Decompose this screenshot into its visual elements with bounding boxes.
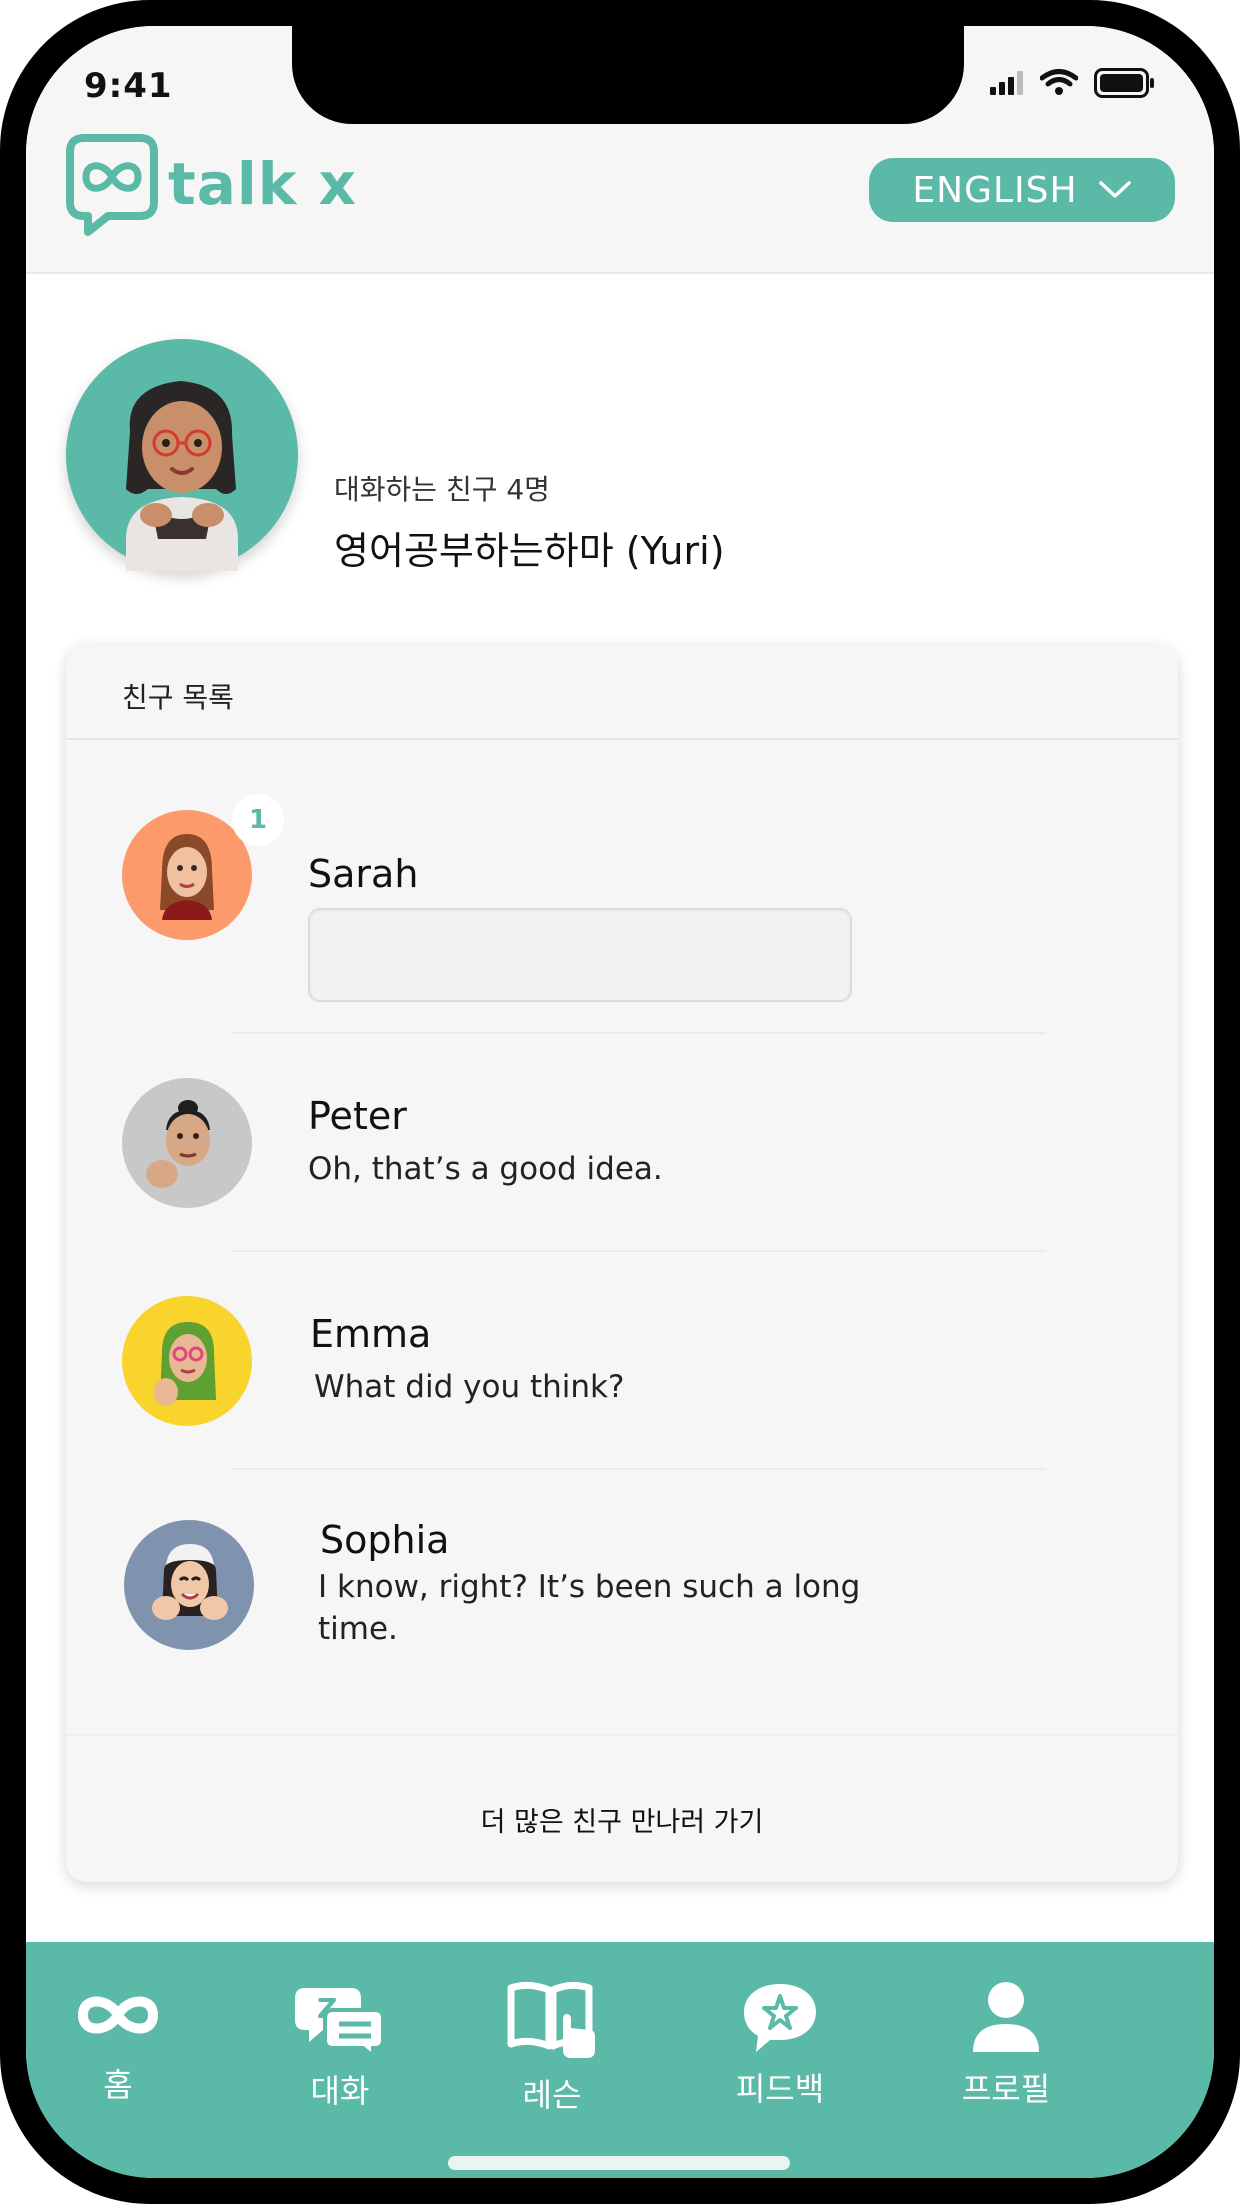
row-divider <box>232 1032 1046 1034</box>
infinity-icon <box>77 1996 159 2034</box>
friend-avatar-emma <box>122 1296 252 1426</box>
app-name: talk x <box>168 150 357 218</box>
tab-profile[interactable]: 프로필 <box>916 1980 1096 2110</box>
friends-card-header: 친구 목록 <box>66 644 1178 740</box>
profile-name: 영어공부하는하마 (Yuri) <box>334 529 725 573</box>
meet-more-friends-link[interactable]: 더 많은 친구 만나러 가기 <box>66 1800 1178 1839</box>
status-time: 9:41 <box>84 66 173 106</box>
friend-name-sophia: Sophia <box>320 1518 450 1562</box>
memoji-sarah-icon <box>160 834 214 920</box>
tab-feedback-label: 피드백 <box>735 2070 825 2108</box>
row-divider <box>232 1250 1046 1252</box>
language-select-button[interactable]: ENGLISH <box>869 158 1175 222</box>
book-icon <box>507 1981 595 2058</box>
status-icons <box>990 68 1156 98</box>
friend-avatar-sophia <box>124 1520 254 1650</box>
home-indicator <box>448 2156 790 2170</box>
chat-icon: Z <box>295 1988 385 2056</box>
friend-name-sarah: Sarah <box>308 852 419 896</box>
chevron-down-icon <box>1098 181 1131 198</box>
tab-profile-label: 프로필 <box>961 2070 1051 2108</box>
friend-name-emma: Emma <box>310 1312 432 1356</box>
typing-message-placeholder <box>308 908 852 1002</box>
phone-frame: 9:41 talk x ENGLISH 대화하는 친구 4명 영어공부하는하마 … <box>0 0 1240 2204</box>
friend-count-label: 대화하는 친구 4명 <box>334 473 550 506</box>
memoji-avatar-icon <box>126 381 238 571</box>
memoji-peter-icon <box>146 1100 210 1188</box>
battery-icon <box>1094 68 1154 98</box>
unread-badge: 1 <box>232 794 284 846</box>
friend-avatar-sarah <box>122 810 252 940</box>
friends-card: 친구 목록 1 Sarah Peter Oh, that’s a good id… <box>66 644 1178 1882</box>
memoji-sophia-icon <box>152 1544 228 1620</box>
tab-home-label: 홈 <box>103 2066 133 2104</box>
memoji-emma-icon <box>154 1322 216 1406</box>
row-divider <box>232 1468 1046 1470</box>
tab-home[interactable]: 홈 <box>28 1980 208 2106</box>
profile-avatar[interactable] <box>66 339 298 571</box>
person-icon <box>973 1982 1039 2052</box>
star-bubble-icon <box>744 1984 816 2052</box>
tab-feedback[interactable]: 피드백 <box>690 1980 870 2110</box>
bottom-tab-bar: 홈 Z 대화 레슨 피드백 프로필 <box>26 1942 1214 2178</box>
wifi-icon <box>1040 69 1078 95</box>
friend-message-emma: What did you think? <box>314 1369 625 1405</box>
tab-chat[interactable]: Z 대화 <box>250 1980 430 2112</box>
tab-lesson-label: 레슨 <box>522 2076 582 2114</box>
language-label: ENGLISH <box>912 169 1078 211</box>
friend-name-peter: Peter <box>308 1094 407 1138</box>
friend-message-sophia: I know, right? It’s been such a long tim… <box>318 1569 861 1647</box>
tab-lesson[interactable]: 레슨 <box>462 1980 642 2116</box>
friend-message-peter: Oh, that’s a good idea. <box>308 1151 663 1187</box>
screen: 9:41 talk x ENGLISH 대화하는 친구 4명 영어공부하는하마 … <box>26 26 1214 2178</box>
friend-avatar-peter <box>122 1078 252 1208</box>
tab-chat-label: 대화 <box>310 2072 370 2110</box>
device-notch <box>292 26 964 124</box>
app-logo: talk x <box>64 132 357 236</box>
friends-card-footer: 더 많은 친구 만나러 가기 <box>66 1734 1178 1882</box>
logo-icon <box>66 134 158 236</box>
friends-card-title: 친구 목록 <box>122 681 234 714</box>
signal-icon <box>990 71 1023 95</box>
